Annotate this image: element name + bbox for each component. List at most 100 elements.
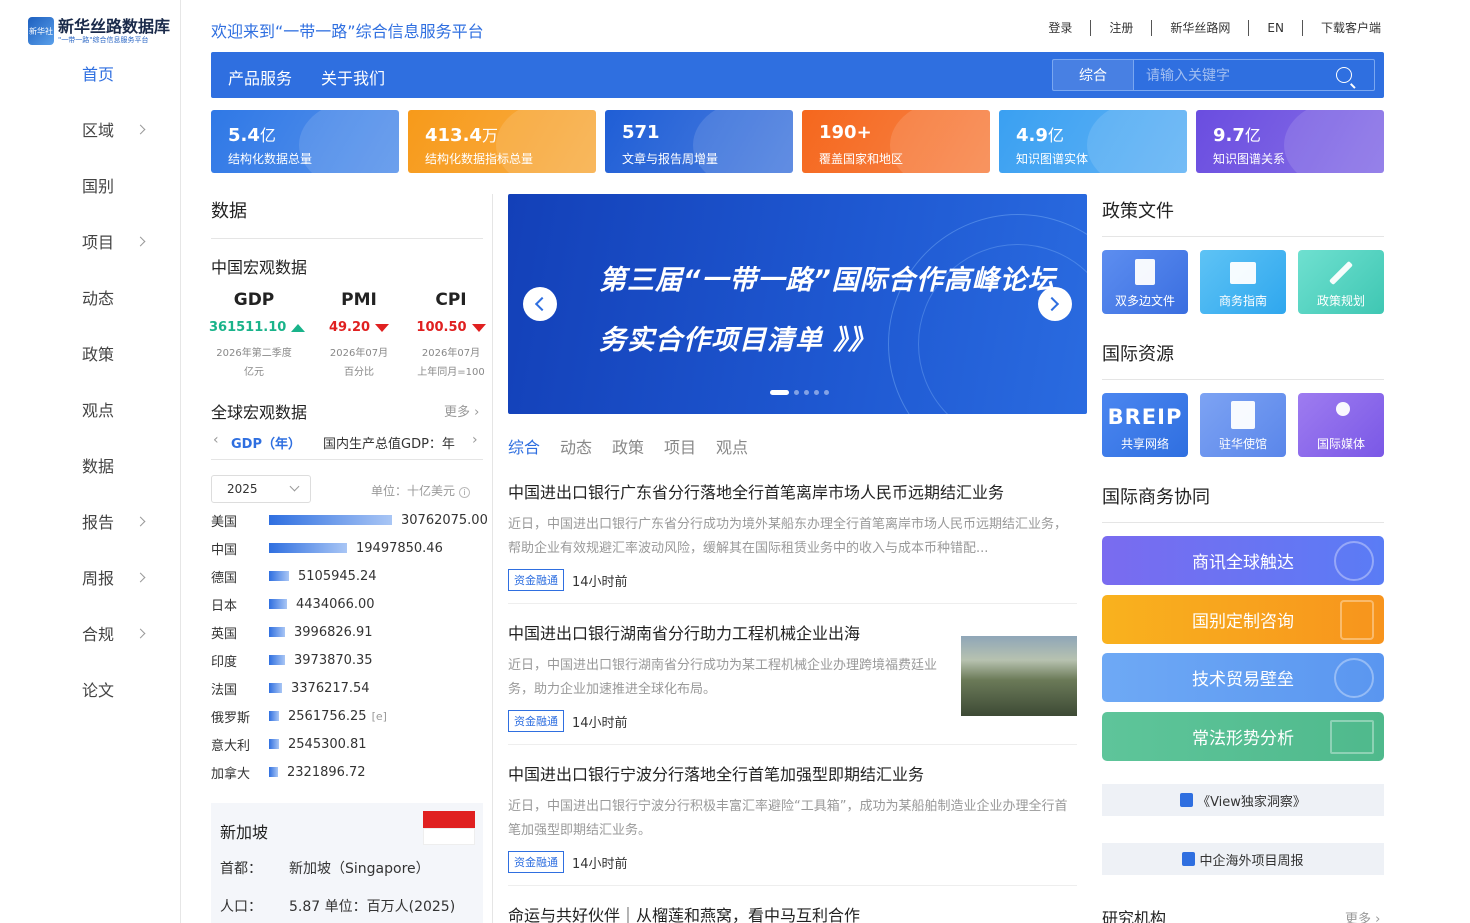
sidebar-item[interactable]: 项目 [0,223,180,259]
stat-card[interactable]: 413.4万 结构化数据指标总量 [408,110,596,173]
stat-card[interactable]: 190+ 覆盖国家和地区 [802,110,990,173]
country-bar-row[interactable]: 日本 4434066.00 [211,595,375,614]
prev-arrow-icon[interactable]: ‹ [213,432,219,448]
country-bar-row[interactable]: 意大利 2545300.81 [211,735,367,754]
stat-value: 190+ [819,122,872,143]
news-title[interactable]: 命运与共好伙伴｜从榴莲和燕窝，看中马互利合作 [508,902,1077,923]
country-bar-row[interactable]: 法国 3376217.54 [211,679,370,698]
tile-embassies[interactable]: 驻华使馆 [1200,393,1286,457]
xinhua-silkroad-link[interactable]: 新华丝路网 [1151,20,1248,36]
sidebar-item[interactable]: 数据 [0,447,180,483]
nav-about-us[interactable]: 关于我们 [321,65,385,89]
tile-policy-planning[interactable]: 政策规划 [1298,250,1384,314]
info-icon[interactable]: i [458,487,470,498]
year-select[interactable]: 2025 [211,475,311,503]
view-insights-button[interactable]: 《View独家洞察》 [1102,784,1384,816]
country-name: 俄罗斯 [211,710,251,726]
tile-breip-network[interactable]: BREIP 共享网络 [1102,393,1188,457]
register-link[interactable]: 注册 [1090,20,1151,36]
country-bar-row[interactable]: 德国 5105945.24 [211,567,377,586]
next-arrow-icon[interactable]: › [472,432,478,448]
content-tab[interactable]: 政策 [612,434,644,458]
logo[interactable]: 新华社 新华丝路数据库 "一带一路"综合信息服务平台 [28,15,173,47]
news-item[interactable]: 中国进出口银行宁波分行落地全行首笔加强型即期结汇业务 近日，中国进出口银行宁波分行… [508,761,1077,886]
nav-product-services[interactable]: 产品服务 [228,65,292,89]
stat-card[interactable]: 571 文章与报告周增量 [605,110,793,173]
overseas-project-weekly-button[interactable]: 中企海外项目周报 [1102,843,1384,875]
biz-legal-analysis-button[interactable]: 常法形势分析 [1102,712,1384,761]
macro-indicator[interactable]: PMI 49.20 2026年07月 百分比 [314,290,404,382]
stat-card[interactable]: 9.7亿 知识图谱关系 [1196,110,1384,173]
language-en-link[interactable]: EN [1248,20,1302,36]
country-bar-row[interactable]: 俄罗斯 2561756.25 [e] [211,707,387,726]
stat-label: 结构化数据总量 [228,152,313,166]
login-link[interactable]: 登录 [1030,20,1090,36]
search-category-select[interactable]: 综合 [1053,60,1134,90]
sidebar-item-label: 合规 [82,625,115,644]
tile-bilateral-docs[interactable]: 双多边文件 [1102,250,1188,314]
stat-label: 知识图谱实体 [1016,152,1089,166]
indicator-desc: 国内生产总值GDP：年 [323,437,455,452]
banner-carousel[interactable]: 第三届“一带一路”国际合作高峰论坛 务实合作项目清单 》》 [508,194,1087,414]
news-item[interactable]: 命运与共好伙伴｜从榴莲和燕窝，看中马互利合作 [508,902,1077,923]
sidebar-item[interactable]: 政策 [0,335,180,371]
sidebar-item[interactable]: 国别 [0,167,180,203]
content-tab[interactable]: 综合 [508,434,540,458]
sidebar-item[interactable]: 首页 [0,55,180,91]
biz-trade-barrier-button[interactable]: 技术贸易壁垒 [1102,653,1384,702]
sidebar-item-label: 首页 [82,65,115,84]
banner-next-button[interactable] [1038,287,1072,321]
biz-global-reach-button[interactable]: 商讯全球触达 [1102,536,1384,585]
sidebar-item[interactable]: 论文 [0,671,180,707]
sidebar-item-label: 国别 [82,177,115,196]
content-tab[interactable]: 动态 [560,434,592,458]
carousel-dot-active[interactable] [770,390,789,395]
content-tab[interactable]: 项目 [664,434,696,458]
news-item[interactable]: 中国进出口银行广东省分行落地全行首笔离岸市场人民币远期结汇业务 近日，中国进出口银… [508,479,1077,604]
search-icon[interactable] [1336,67,1352,83]
stat-unit: 亿 [1047,126,1064,145]
china-macro-title: 中国宏观数据 [211,258,308,277]
sidebar-item[interactable]: 周报 [0,559,180,595]
global-more-link[interactable]: 更多 › [444,401,479,420]
sidebar-item[interactable]: 报告 [0,503,180,539]
news-tag[interactable]: 资金融通 [508,569,564,591]
banner-prev-button[interactable] [523,287,557,321]
carousel-dot[interactable] [814,390,819,395]
sidebar-item[interactable]: 区域 [0,111,180,147]
biz-country-consulting-button[interactable]: 国别定制咨询 [1102,595,1384,644]
country-bar-row[interactable]: 印度 3973870.35 [211,651,373,670]
divider [508,885,1077,886]
news-title[interactable]: 中国进出口银行广东省分行落地全行首笔离岸市场人民币远期结汇业务 [508,479,1077,503]
research-more-link[interactable]: 更多 › [1345,908,1380,923]
sidebar-item[interactable]: 观点 [0,391,180,427]
stat-card[interactable]: 4.9亿 知识图谱实体 [999,110,1187,173]
macro-sub: 2026年07月 百分比 [314,344,404,382]
country-name: 日本 [211,598,238,614]
news-meta: 资金融通 14小时前 [508,851,1077,873]
tile-business-guide[interactable]: 商务指南 [1200,250,1286,314]
macro-indicator[interactable]: GDP 361511.10 2026年第二季度 亿元 [209,290,306,382]
indicator-tab-gdp[interactable]: GDP（年） [231,433,301,452]
carousel-dot[interactable] [804,390,809,395]
stat-card[interactable]: 5.4亿 结构化数据总量 [211,110,399,173]
tile-label: 共享网络 [1120,437,1169,451]
news-title[interactable]: 中国进出口银行宁波分行落地全行首笔加强型即期结汇业务 [508,761,1077,785]
news-thumbnail[interactable] [961,636,1077,716]
country-bar-row[interactable]: 美国 30762075.00 [211,511,488,530]
carousel-dot[interactable] [824,390,829,395]
country-bar-row[interactable]: 加拿大 2321896.72 [211,763,366,782]
macro-unit: 亿元 [244,367,264,378]
sidebar-item[interactable]: 动态 [0,279,180,315]
country-bar-row[interactable]: 英国 3996826.91 [211,623,373,642]
news-tag[interactable]: 资金融通 [508,851,564,873]
tile-intl-media[interactable]: 国际媒体 [1298,393,1384,457]
carousel-dot[interactable] [794,390,799,395]
news-tag[interactable]: 资金融通 [508,710,564,732]
macro-indicator[interactable]: CPI 100.50 2026年07月 上年同月=100 [406,290,496,382]
country-bar-row[interactable]: 中国 19497850.46 [211,539,443,558]
download-client-link[interactable]: 下载客户端 [1301,20,1381,36]
content-tab[interactable]: 观点 [716,434,748,458]
sidebar-item[interactable]: 合规 [0,615,180,651]
country-card[interactable]: 新加坡 首都： 新加坡（Singapore） 人口： 5.87 单位：百万人(2… [211,803,483,923]
